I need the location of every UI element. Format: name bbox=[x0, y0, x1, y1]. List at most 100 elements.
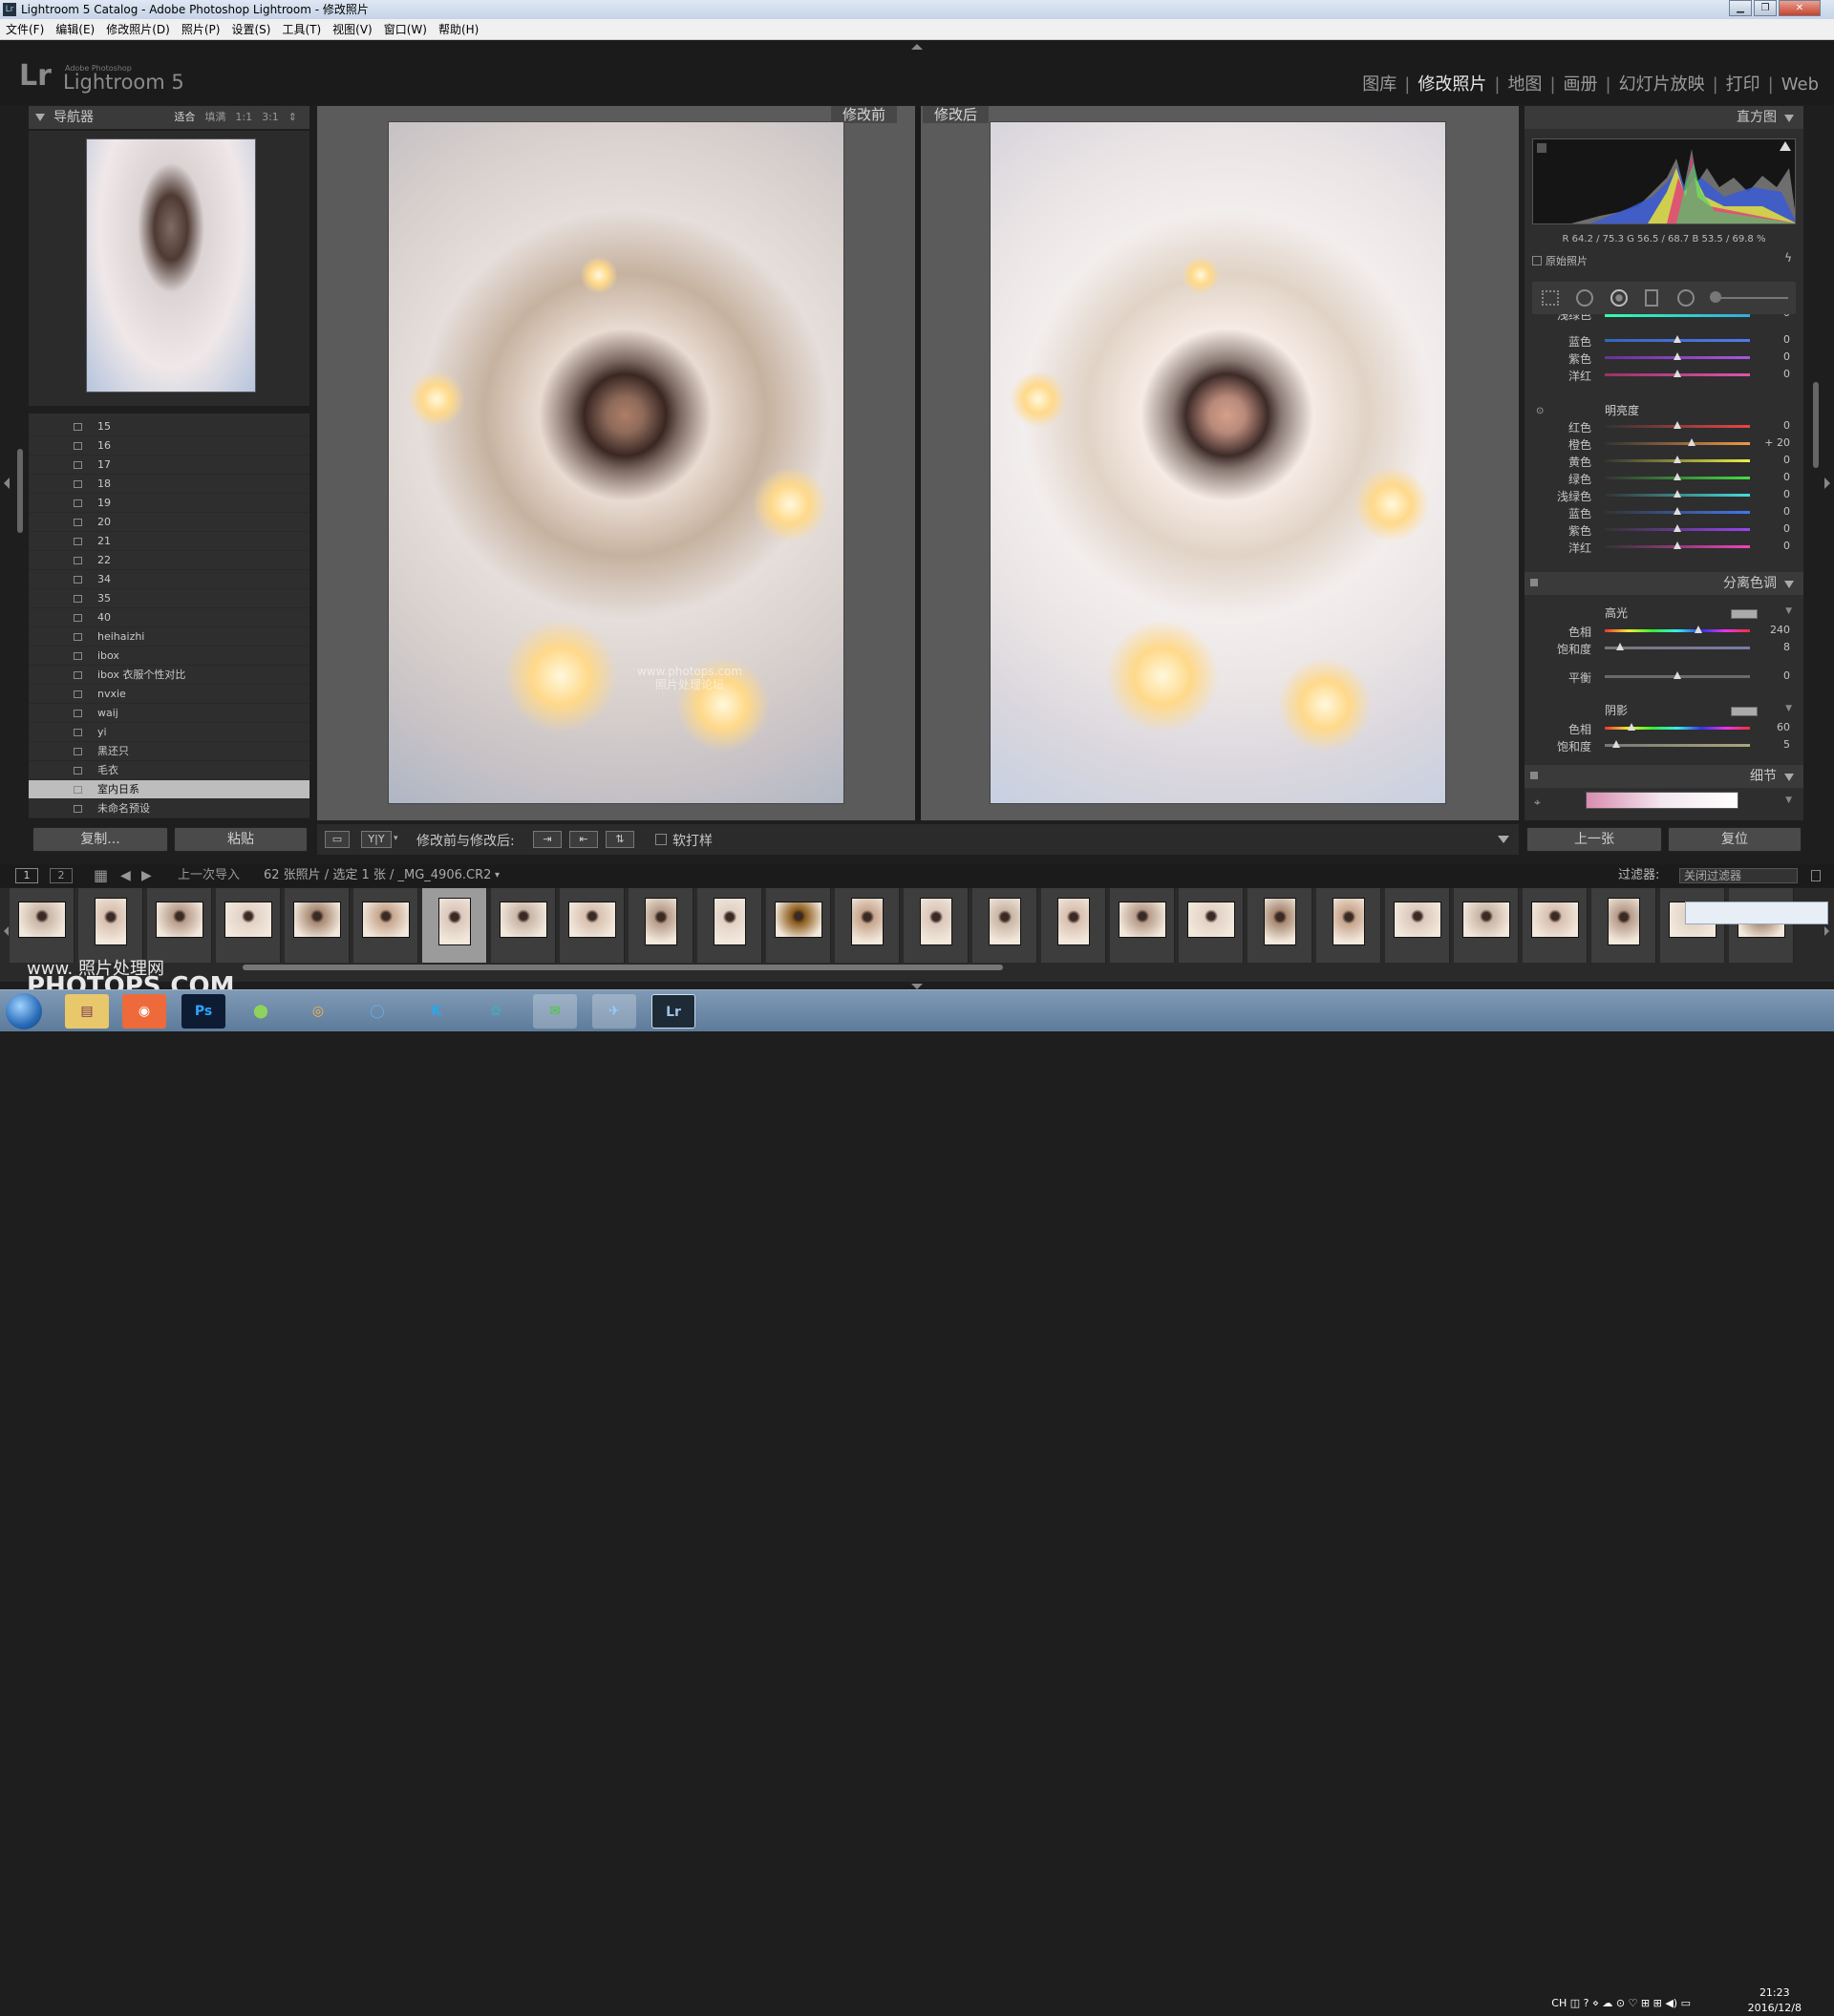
filmstrip-thumb[interactable] bbox=[835, 888, 900, 963]
wechat-icon[interactable]: ✉ bbox=[533, 994, 577, 1029]
slider-thumb[interactable] bbox=[1674, 370, 1681, 377]
crop-tool-icon[interactable] bbox=[1542, 290, 1559, 306]
zoom-fit[interactable]: 适合 bbox=[169, 111, 200, 123]
graduated-filter-icon[interactable] bbox=[1645, 289, 1658, 307]
menu-develop[interactable]: 修改照片(D) bbox=[100, 19, 176, 40]
luminance-row[interactable]: 黄色 0 bbox=[1525, 452, 1803, 469]
window-1-button[interactable]: 1 bbox=[15, 868, 38, 883]
soft-proof-checkbox[interactable] bbox=[655, 834, 667, 845]
filmstrip-thumb[interactable] bbox=[1729, 888, 1794, 963]
filmstrip-thumb[interactable] bbox=[1523, 888, 1588, 963]
highlight-picker-icon[interactable]: ▼ bbox=[1785, 606, 1792, 616]
system-clock[interactable]: 21:23 2016/12/8 bbox=[1748, 1985, 1802, 2016]
slider-thumb[interactable] bbox=[1674, 421, 1681, 429]
zoom-1-1[interactable]: 1:1 bbox=[230, 111, 257, 123]
filter-select[interactable]: 关闭过滤器 bbox=[1679, 868, 1798, 883]
filmstrip-left-icon[interactable] bbox=[4, 926, 9, 936]
reset-button[interactable]: 复位 bbox=[1668, 827, 1802, 852]
preset-item[interactable]: 15 bbox=[29, 417, 309, 436]
filmstrip-thumb[interactable] bbox=[147, 888, 212, 963]
menu-tools[interactable]: 工具(T) bbox=[276, 19, 327, 40]
preset-item[interactable]: 40 bbox=[29, 608, 309, 627]
original-photo-toggle[interactable]: 原始照片 bbox=[1532, 253, 1588, 268]
lightning-icon[interactable]: ϟ bbox=[1784, 251, 1792, 265]
copy-settings-button[interactable]: 复制... bbox=[32, 827, 168, 852]
preset-item[interactable]: yi bbox=[29, 723, 309, 742]
zoom-3-1[interactable]: 3:1 bbox=[257, 111, 284, 123]
filmstrip-thumb[interactable] bbox=[560, 888, 625, 963]
slider-thumb[interactable] bbox=[1674, 335, 1681, 343]
filmstrip-thumb[interactable] bbox=[1179, 888, 1244, 963]
filmstrip-thumb[interactable] bbox=[1316, 888, 1381, 963]
collapse-top-arrow-icon[interactable] bbox=[911, 44, 923, 50]
module-map[interactable]: 地图 bbox=[1500, 74, 1549, 95]
hsl-blue-row[interactable]: 蓝色 0 bbox=[1525, 331, 1803, 349]
filmstrip-scrollbar[interactable] bbox=[243, 965, 1003, 970]
preset-item[interactable]: 19 bbox=[29, 494, 309, 513]
selection-info[interactable]: 62 张照片 / 选定 1 张 / _MG_4906.CR2 bbox=[264, 864, 491, 887]
preset-item[interactable]: ibox bbox=[29, 647, 309, 666]
feiq-icon[interactable]: ✈ bbox=[592, 994, 636, 1029]
qq-browser-icon[interactable]: ◯ bbox=[355, 994, 399, 1029]
lightroom-taskbar-icon[interactable]: Lr bbox=[651, 994, 695, 1029]
slider-thumb[interactable] bbox=[1674, 541, 1681, 549]
ime-toolbar[interactable] bbox=[1685, 902, 1828, 924]
filmstrip-thumb[interactable] bbox=[1248, 888, 1312, 963]
slider-thumb[interactable] bbox=[1628, 723, 1635, 731]
highlight-clipping-icon[interactable] bbox=[1780, 141, 1791, 151]
toolbar-menu-icon[interactable] bbox=[1498, 836, 1509, 843]
preset-item[interactable]: ibox 衣服个性对比 bbox=[29, 666, 309, 685]
preset-item[interactable]: 34 bbox=[29, 570, 309, 589]
filmstrip-thumb[interactable] bbox=[629, 888, 693, 963]
explorer-icon[interactable]: ▤ bbox=[65, 994, 109, 1029]
detail-header[interactable]: 细节 bbox=[1525, 765, 1803, 788]
preset-item[interactable]: 35 bbox=[29, 589, 309, 608]
red-eye-icon[interactable] bbox=[1610, 289, 1628, 307]
detail-collapse-icon[interactable] bbox=[1784, 774, 1794, 781]
spot-removal-icon[interactable] bbox=[1576, 289, 1593, 307]
hl-sat-row[interactable]: 饱和度 8 bbox=[1525, 639, 1803, 656]
histogram-header[interactable]: 直方图 bbox=[1525, 106, 1803, 129]
left-panel-scrollbar[interactable] bbox=[17, 449, 23, 533]
kugou-icon[interactable]: K bbox=[415, 994, 458, 1029]
preset-item[interactable]: 22 bbox=[29, 551, 309, 570]
slider-thumb[interactable] bbox=[1674, 456, 1681, 463]
filmstrip-thumb[interactable] bbox=[1591, 888, 1656, 963]
collapse-right-arrow-icon[interactable] bbox=[1824, 477, 1830, 489]
preset-item[interactable]: 21 bbox=[29, 532, 309, 551]
forward-arrow-icon[interactable]: ▶ bbox=[141, 864, 152, 887]
adjustment-brush-icon[interactable] bbox=[1710, 291, 1721, 303]
baidu-cloud-icon[interactable]: ✿ bbox=[474, 994, 518, 1029]
radial-filter-icon[interactable] bbox=[1677, 289, 1695, 307]
filmstrip-thumb[interactable] bbox=[972, 888, 1037, 963]
window-2-button[interactable]: 2 bbox=[50, 868, 73, 883]
filmstrip-thumb[interactable] bbox=[78, 888, 143, 963]
filmstrip-right-icon[interactable] bbox=[1824, 926, 1829, 936]
menu-window[interactable]: 窗口(W) bbox=[378, 19, 433, 40]
paste-settings-button[interactable]: 粘贴 bbox=[174, 827, 308, 852]
preset-item[interactable]: 17 bbox=[29, 456, 309, 475]
navigator-thumbnail[interactable] bbox=[86, 138, 256, 393]
filmstrip-thumb[interactable] bbox=[1454, 888, 1519, 963]
split-toning-header[interactable]: 分离色调 bbox=[1525, 572, 1803, 595]
menu-photo[interactable]: 照片(P) bbox=[176, 19, 226, 40]
slider-thumb[interactable] bbox=[1688, 438, 1696, 446]
module-develop[interactable]: 修改照片 bbox=[1410, 74, 1494, 95]
slider-thumb[interactable] bbox=[1674, 524, 1681, 532]
menu-settings[interactable]: 设置(S) bbox=[225, 19, 276, 40]
slider-thumb[interactable] bbox=[1674, 352, 1681, 360]
filmstrip-thumb[interactable] bbox=[766, 888, 831, 963]
hl-hue-row[interactable]: 色相 240 bbox=[1525, 622, 1803, 639]
browser-360-icon[interactable]: ⬤ bbox=[239, 994, 283, 1029]
start-button[interactable] bbox=[6, 993, 42, 1029]
luminance-row[interactable]: 紫色 0 bbox=[1525, 520, 1803, 538]
slider-thumb[interactable] bbox=[1674, 507, 1681, 515]
previous-button[interactable]: 上一张 bbox=[1526, 827, 1662, 852]
before-photo[interactable]: www.photops.com 照片处理论坛 bbox=[388, 121, 844, 804]
shadow-color-swatch[interactable] bbox=[1731, 707, 1758, 716]
preset-item-selected[interactable]: 室内日系 bbox=[29, 780, 309, 799]
luminance-row[interactable]: 橙色 + 20 bbox=[1525, 435, 1803, 452]
split-toning-switch[interactable] bbox=[1530, 579, 1538, 586]
detail-menu-icon[interactable]: ▼ bbox=[1785, 796, 1792, 805]
view-dropdown-icon[interactable]: ▾ bbox=[394, 834, 398, 843]
